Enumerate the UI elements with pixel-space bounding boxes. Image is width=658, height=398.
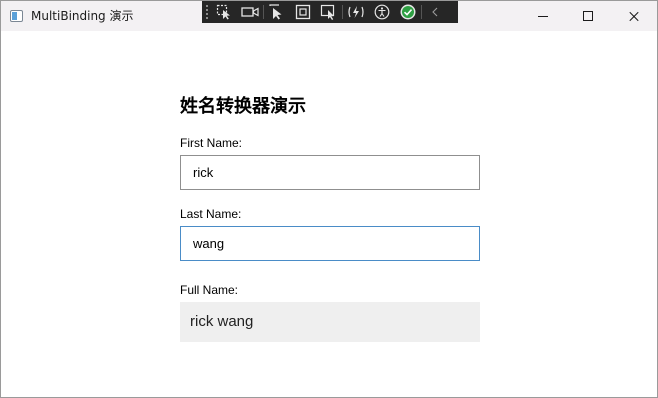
minimize-button[interactable] [520, 1, 566, 31]
select-element-button[interactable] [211, 1, 237, 23]
close-button[interactable] [611, 1, 657, 31]
toolbar-grip[interactable] [202, 1, 211, 23]
accessibility-icon [374, 4, 390, 20]
collapse-toolbar-button[interactable] [422, 1, 448, 23]
maximize-icon [583, 11, 593, 21]
window-title: MultiBinding 演示 [31, 9, 134, 23]
page-title: 姓名转换器演示 [180, 96, 306, 117]
display-layout-adorners-button[interactable] [290, 1, 316, 23]
pointer-icon [269, 4, 282, 20]
hot-reload-button[interactable] [343, 1, 369, 23]
select-element-icon [216, 4, 230, 20]
full-name-label: Full Name: [180, 283, 239, 297]
first-name-label: First Name: [180, 136, 243, 150]
frame-icon [295, 4, 311, 20]
binding-status-button[interactable] [395, 1, 421, 23]
last-name-label: Last Name: [180, 207, 242, 221]
main-content: 姓名转换器演示 First Name: Last Name: Full Name… [1, 31, 657, 397]
accessibility-checker-button[interactable] [369, 1, 395, 23]
xaml-debug-toolbar [202, 1, 458, 23]
close-icon [629, 11, 639, 21]
app-icon [10, 10, 23, 22]
select-in-app-button[interactable] [264, 1, 290, 23]
video-icon [241, 7, 259, 17]
check-icon [400, 4, 416, 20]
track-focus-button[interactable] [316, 1, 342, 23]
hot-reload-icon [348, 6, 364, 18]
app-window: MultiBinding 演示 姓名转换器演示 First Name: rick… [0, 0, 658, 398]
collapse-icon [432, 7, 438, 17]
track-focus-icon [320, 4, 335, 20]
record-button[interactable] [237, 1, 263, 23]
first-name-input[interactable] [180, 155, 480, 190]
maximize-button[interactable] [565, 1, 611, 31]
minimize-icon [538, 11, 548, 21]
last-name-input[interactable] [180, 226, 480, 261]
full-name-display: rick wang [180, 302, 480, 342]
